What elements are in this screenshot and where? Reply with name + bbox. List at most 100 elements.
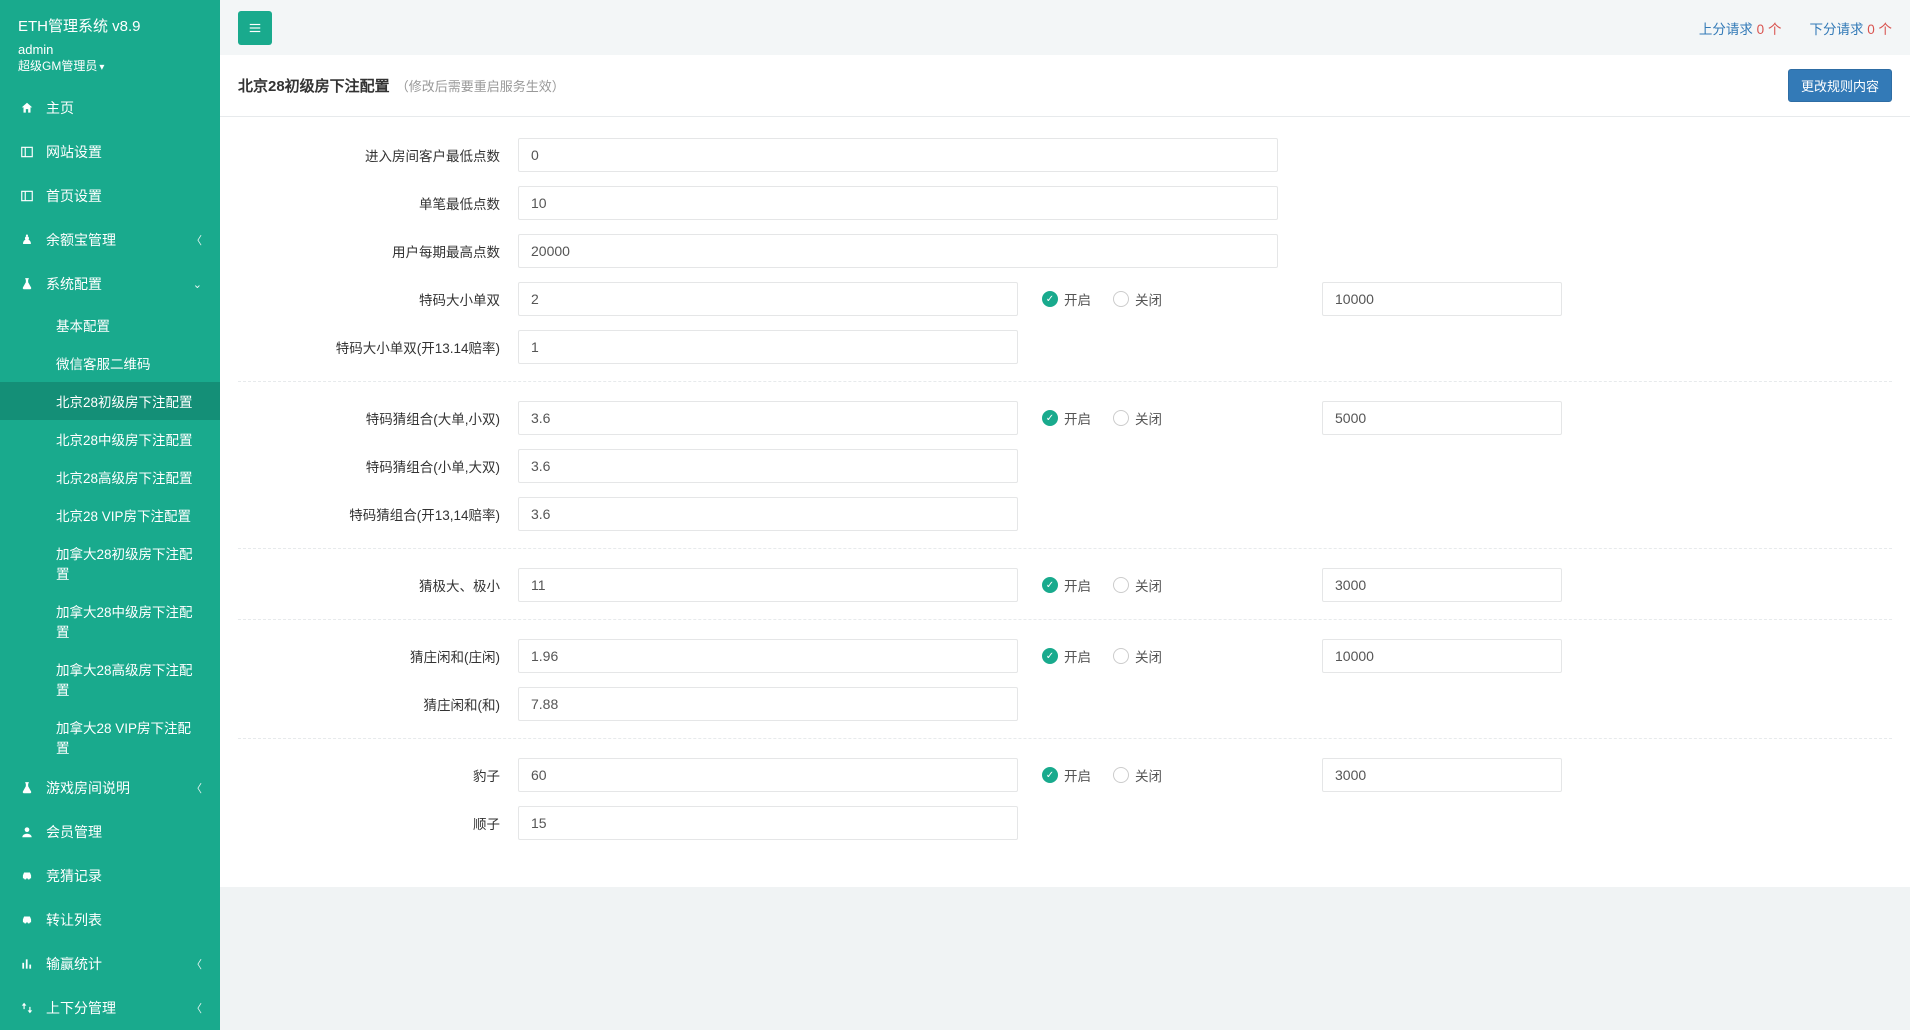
user-block: admin 超级GM管理员▾ — [0, 38, 220, 86]
nav-homepage-label: 首页设置 — [46, 186, 102, 206]
sub-ca-l2-label: 加拿大28中级房下注配置 — [56, 605, 193, 640]
period-max-input[interactable] — [518, 234, 1278, 268]
page-title: 北京28初级房下注配置 — [238, 75, 390, 96]
chevron-left-icon: 〈 — [191, 1000, 202, 1016]
zxh-zx-off[interactable]: 关闭 — [1113, 646, 1162, 666]
zxh-h-input[interactable] — [518, 687, 1018, 721]
sub-wechat-label: 微信客服二维码 — [56, 357, 151, 372]
radio-empty-icon — [1113, 648, 1129, 664]
check-icon: ✓ — [1042, 410, 1058, 426]
chevron-left-icon: 〈 — [191, 232, 202, 248]
single-min-label: 单笔最低点数 — [238, 193, 518, 213]
home-icon — [18, 101, 36, 115]
on-label: 开启 — [1064, 765, 1091, 785]
sub-bj-l2[interactable]: 北京28中级房下注配置 — [0, 420, 220, 458]
tema-combo2-label: 特码猜组合(小单,大双) — [238, 456, 518, 476]
radio-empty-icon — [1113, 577, 1129, 593]
baozi-on[interactable]: ✓ 开启 — [1042, 765, 1091, 785]
topbar: 上分请求 0 个 下分请求 0 个 — [220, 0, 1910, 55]
brand-title: ETH管理系统 v8.9 — [0, 0, 220, 38]
on-label: 开启 — [1064, 575, 1091, 595]
baozi-input[interactable] — [518, 758, 1018, 792]
separator — [238, 619, 1892, 620]
check-icon: ✓ — [1042, 767, 1058, 783]
baozi-off[interactable]: 关闭 — [1113, 765, 1162, 785]
nav-member[interactable]: 会员管理 — [0, 810, 220, 854]
tema-combo1314-input[interactable] — [518, 497, 1018, 531]
nav-member-label: 会员管理 — [46, 822, 102, 842]
nav-updown[interactable]: 上下分管理 〈 — [0, 986, 220, 1030]
shunzi-input[interactable] — [518, 806, 1018, 840]
on-label: 开启 — [1064, 646, 1091, 666]
tema-dxds-1314-label: 特码大小单双(开13.14赔率) — [238, 337, 518, 357]
nav-room-desc-label: 游戏房间说明 — [46, 778, 130, 798]
toggle-sidebar-button[interactable] — [238, 11, 272, 45]
sub-ca-l1[interactable]: 加拿大28初级房下注配置 — [0, 534, 220, 592]
nav-yuebao-label: 余额宝管理 — [46, 230, 116, 250]
save-rules-button[interactable]: 更改规则内容 — [1788, 69, 1892, 102]
up-request-link[interactable]: 上分请求 0 个 — [1699, 18, 1782, 38]
nav-site-settings[interactable]: 网站设置 — [0, 130, 220, 174]
tema-combo1-off[interactable]: 关闭 — [1113, 408, 1162, 428]
off-label: 关闭 — [1135, 408, 1162, 428]
sidebar-nav: 主页 网站设置 首页设置 ♟ 余额宝管理 〈 — [0, 86, 220, 1030]
on-label: 开启 — [1064, 289, 1091, 309]
separator — [238, 738, 1892, 739]
chevron-left-icon: 〈 — [191, 780, 202, 796]
jidx-on[interactable]: ✓开启 — [1042, 575, 1091, 595]
zxh-zx-on[interactable]: ✓开启 — [1042, 646, 1091, 666]
zxh-zx-input[interactable] — [518, 639, 1018, 673]
sub-ca-vip-label: 加拿大28 VIP房下注配置 — [56, 721, 191, 756]
baozi-label: 豹子 — [238, 765, 518, 785]
content-scroll[interactable]: 北京28初级房下注配置 （修改后需要重启服务生效） 更改规则内容 进入房间客户最… — [220, 55, 1910, 923]
tema-combo1314-label: 特码猜组合(开13,14赔率) — [238, 504, 518, 524]
sys-sub: 基本配置 微信客服二维码 北京28初级房下注配置 北京28中级房下注配置 北京2… — [0, 306, 220, 766]
nav-yuebao[interactable]: ♟ 余额宝管理 〈 — [0, 218, 220, 262]
sub-ca-l2[interactable]: 加拿大28中级房下注配置 — [0, 592, 220, 650]
tema-dxds-off[interactable]: 关闭 — [1113, 289, 1162, 309]
tema-dxds-1314-input[interactable] — [518, 330, 1018, 364]
zxh-zx-extra-input[interactable] — [1322, 639, 1562, 673]
tema-dxds-label: 特码大小单双 — [238, 289, 518, 309]
single-min-input[interactable] — [518, 186, 1278, 220]
tema-combo1-on[interactable]: ✓ 开启 — [1042, 408, 1091, 428]
sub-bj-vip[interactable]: 北京28 VIP房下注配置 — [0, 496, 220, 534]
nav-homepage-settings[interactable]: 首页设置 — [0, 174, 220, 218]
baozi-extra-input[interactable] — [1322, 758, 1562, 792]
nav-bet[interactable]: 竞猜记录 — [0, 854, 220, 898]
page-note: （修改后需要重启服务生效） — [396, 76, 565, 95]
jidx-off[interactable]: 关闭 — [1113, 575, 1162, 595]
sub-ca-vip[interactable]: 加拿大28 VIP房下注配置 — [0, 708, 220, 766]
tema-dxds-on[interactable]: ✓开启 — [1042, 289, 1091, 309]
on-label: 开启 — [1064, 408, 1091, 428]
enter-min-input[interactable] — [518, 138, 1278, 172]
sub-basic[interactable]: 基本配置 — [0, 306, 220, 344]
tema-dxds-input[interactable] — [518, 282, 1018, 316]
tema-combo1-extra-input[interactable] — [1322, 401, 1562, 435]
tema-combo1-input[interactable] — [518, 401, 1018, 435]
nav-transfer[interactable]: 转让列表 — [0, 898, 220, 942]
nav-home[interactable]: 主页 — [0, 86, 220, 130]
sub-ca-l3-label: 加拿大28高级房下注配置 — [56, 663, 193, 698]
down-request-link[interactable]: 下分请求 0 个 — [1809, 18, 1892, 38]
sub-bj-l3-label: 北京28高级房下注配置 — [56, 471, 193, 486]
topbar-right: 上分请求 0 个 下分请求 0 个 — [1699, 18, 1892, 38]
sub-wechat[interactable]: 微信客服二维码 — [0, 344, 220, 382]
tema-dxds-toggle: ✓开启 关闭 — [1042, 289, 1162, 309]
jidx-input[interactable] — [518, 568, 1018, 602]
columns-icon — [18, 189, 36, 203]
nav-system-config[interactable]: 系统配置 ⌄ — [0, 262, 220, 306]
sub-bj-l3[interactable]: 北京28高级房下注配置 — [0, 458, 220, 496]
sub-bj-l1[interactable]: 北京28初级房下注配置 — [0, 382, 220, 420]
nav-winloss[interactable]: 输赢统计 〈 — [0, 942, 220, 986]
nav-room-desc[interactable]: 游戏房间说明 〈 — [0, 766, 220, 810]
user-name: admin — [18, 42, 202, 57]
user-role-dropdown[interactable]: 超级GM管理员▾ — [18, 59, 104, 73]
jidx-extra-input[interactable] — [1322, 568, 1562, 602]
tema-dxds-extra-input[interactable] — [1322, 282, 1562, 316]
zxh-zx-label: 猜庄闲和(庄闲) — [238, 646, 518, 666]
sub-ca-l3[interactable]: 加拿大28高级房下注配置 — [0, 650, 220, 708]
tema-combo2-input[interactable] — [518, 449, 1018, 483]
sub-bj-l1-label: 北京28初级房下注配置 — [56, 395, 193, 410]
config-form: 进入房间客户最低点数 单笔最低点数 用户每期最高点数 特码大小单双 — [220, 117, 1910, 887]
